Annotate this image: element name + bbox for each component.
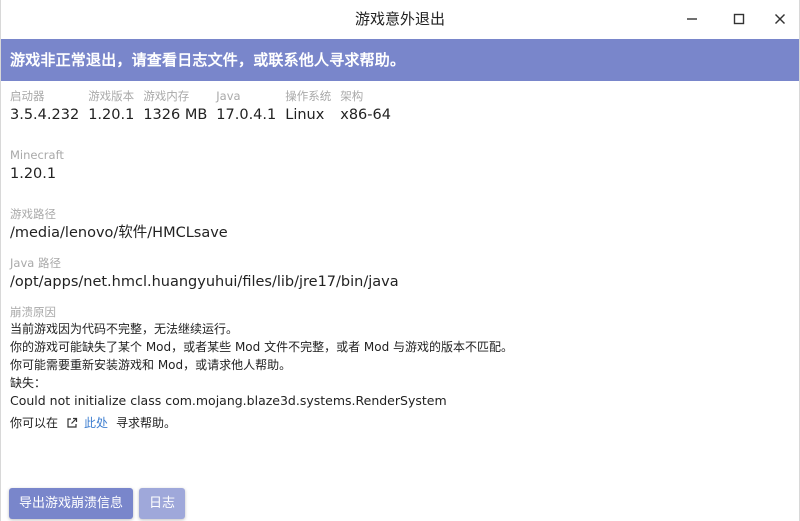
crash-reason-label: 崩溃原因 — [10, 305, 56, 319]
info-launcher: 启动器 3.5.4.232 — [10, 89, 79, 126]
crash-reason-line: 当前游戏因为代码不完整，无法继续运行。 — [10, 322, 239, 336]
help-prefix: 你可以在 — [10, 416, 59, 430]
game-path-block: 游戏路径 /media/lenovo/软件/HMCLsave — [10, 207, 790, 244]
maximize-button[interactable] — [725, 6, 753, 32]
info-label: Java — [216, 89, 241, 103]
minecraft-version-block: Minecraft 1.20.1 — [10, 148, 790, 185]
crash-reason-line: 缺失： — [10, 376, 47, 390]
info-os: 操作系统 Linux — [285, 89, 331, 126]
info-value: 3.5.4.232 — [10, 107, 80, 123]
minecraft-label: Minecraft — [10, 148, 64, 162]
info-label: 架构 — [340, 89, 364, 103]
close-button[interactable] — [766, 6, 794, 32]
crash-details: 启动器 3.5.4.232 游戏版本 1.20.1 游戏内存 1326 MB J… — [1, 81, 799, 432]
help-row: 你可以在 此处 寻求帮助。 — [10, 414, 790, 432]
crash-reason-block: 崩溃原因 当前游戏因为代码不完整，无法继续运行。 你的游戏可能缺失了某个 Mod… — [10, 305, 790, 432]
environment-info-row: 启动器 3.5.4.232 游戏版本 1.20.1 游戏内存 1326 MB J… — [10, 89, 790, 126]
info-value: 17.0.4.1 — [216, 107, 277, 123]
java-path-value: /opt/apps/net.hmcl.huangyuhui/files/lib/… — [10, 274, 399, 290]
info-value: 1.20.1 — [88, 107, 135, 123]
info-label: 游戏内存 — [143, 89, 190, 103]
java-path-block: Java 路径 /opt/apps/net.hmcl.huangyuhui/fi… — [10, 256, 790, 293]
external-link-icon — [66, 417, 78, 429]
log-button[interactable]: 日志 — [139, 488, 186, 519]
title-bar[interactable]: 游戏意外退出 — [1, 0, 799, 39]
crash-banner: 游戏非正常退出，请查看日志文件，或联系他人寻求帮助。 — [1, 39, 799, 81]
help-link[interactable]: 此处 — [84, 414, 108, 432]
info-label: 操作系统 — [285, 89, 332, 103]
info-arch: 架构 x86-64 — [340, 89, 391, 126]
info-value: 1326 MB — [143, 107, 208, 123]
info-memory: 游戏内存 1326 MB — [143, 89, 207, 126]
info-game-version: 游戏版本 1.20.1 — [88, 89, 134, 126]
java-path-label: Java 路径 — [10, 256, 61, 270]
info-value: Linux — [285, 107, 325, 123]
crash-dialog-window: 游戏意外退出 游戏非正常退出，请查看日志文件，或联系他人寻求帮助。 启动器 3.… — [0, 0, 800, 521]
minecraft-value: 1.20.1 — [10, 166, 57, 182]
maximize-icon — [733, 13, 745, 25]
export-crash-info-button[interactable]: 导出游戏崩溃信息 — [9, 488, 134, 519]
info-java: Java 17.0.4.1 — [216, 89, 276, 126]
help-suffix: 寻求帮助。 — [116, 416, 177, 430]
crash-reason-line: 你的游戏可能缺失了某个 Mod，或者某些 Mod 文件不完整，或者 Mod 与游… — [10, 340, 514, 354]
info-label: 启动器 — [10, 89, 45, 103]
close-icon — [775, 14, 785, 24]
info-value: x86-64 — [340, 107, 391, 123]
minimize-button[interactable] — [678, 6, 706, 32]
info-label: 游戏版本 — [88, 89, 135, 103]
crash-reason-exception: Could not initialize class com.mojang.bl… — [10, 393, 447, 408]
crash-reason-line: 你可能需要重新安装游戏和 Mod，或请求他人帮助。 — [10, 358, 292, 372]
minimize-icon — [687, 18, 697, 20]
game-path-value: /media/lenovo/软件/HMCLsave — [10, 225, 228, 241]
game-path-label: 游戏路径 — [10, 207, 56, 221]
dialog-footer: 导出游戏崩溃信息 日志 — [9, 488, 186, 519]
